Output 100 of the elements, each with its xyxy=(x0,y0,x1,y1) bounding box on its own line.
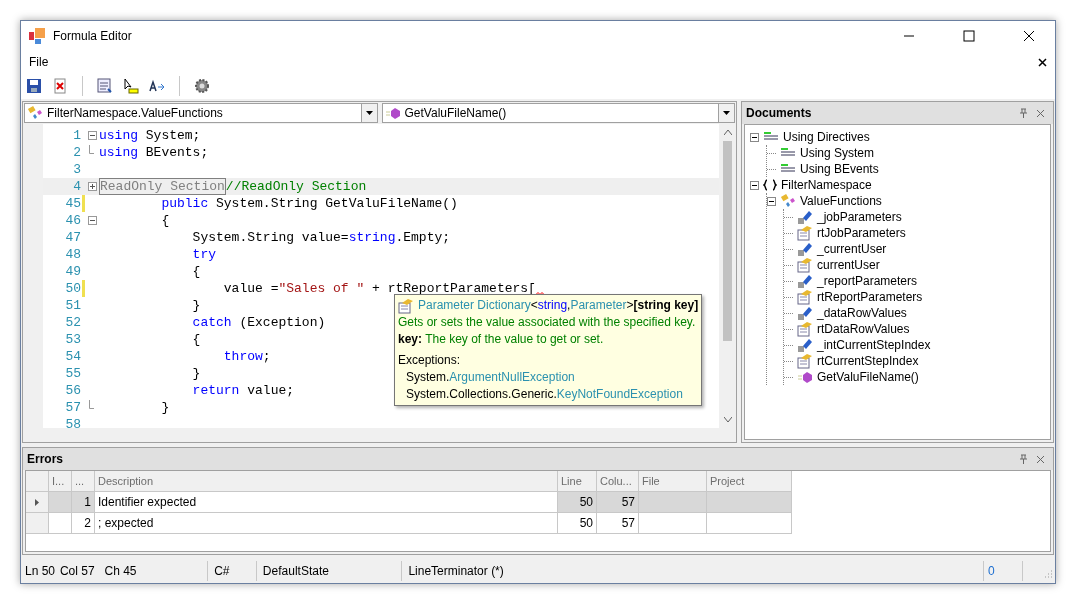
line-number: 58 xyxy=(64,415,81,428)
maximize-icon[interactable] xyxy=(963,30,975,42)
property-icon xyxy=(797,257,813,273)
line-number: 50 xyxy=(64,279,81,298)
tree-item[interactable]: ValueFunctions xyxy=(800,192,882,210)
line-number: 54 xyxy=(64,347,81,366)
code-line: System.String value=string.Empty; xyxy=(191,228,451,247)
code-line: value ="Sales of " + rtReportParameters[ xyxy=(222,279,536,298)
exception-text: System.Collections.Generic.KeyNotFoundException xyxy=(405,386,684,403)
using-icon xyxy=(780,148,796,158)
field-icon xyxy=(797,241,813,257)
tree-item[interactable]: Using BEvents xyxy=(800,160,879,178)
caret-icon xyxy=(365,111,373,115)
vertical-scrollbar[interactable] xyxy=(719,124,736,428)
horizontal-scrollbar[interactable] xyxy=(23,428,736,442)
collapse-icon[interactable] xyxy=(750,132,759,142)
code-line: return value; xyxy=(191,381,295,400)
table-cell: 57 xyxy=(621,495,635,509)
tree-item[interactable]: FilterNamespace xyxy=(781,176,872,194)
code-line: { xyxy=(191,330,201,349)
settings-icon[interactable] xyxy=(194,78,210,94)
table-cell: 2 xyxy=(84,516,91,530)
line-number: 57 xyxy=(64,398,81,417)
line-number: 46 xyxy=(64,211,81,230)
panel-title: Documents xyxy=(746,105,813,122)
exception-text: System.ArgumentNullException xyxy=(405,369,576,386)
code-line: throw; xyxy=(222,347,271,366)
parameter-text: key: The key of the value to get or set. xyxy=(398,331,605,348)
table-cell: 1 xyxy=(84,495,91,509)
status-text: 0 xyxy=(988,563,995,580)
line-number: 1 xyxy=(72,126,81,145)
collapse-icon[interactable] xyxy=(87,216,97,225)
dropdown[interactable]: FilterNamespace.ValueFunctions xyxy=(24,103,378,123)
tree-item[interactable]: _dataRowValues xyxy=(817,304,907,322)
close-icon[interactable] xyxy=(1023,30,1035,42)
tree-item[interactable]: GetValuFileName() xyxy=(817,368,919,386)
code-line: { xyxy=(191,262,201,281)
tree-item[interactable]: Using Directives xyxy=(783,128,870,146)
code-line: using BEvents; xyxy=(99,143,209,162)
status-text: Ch 45 xyxy=(104,563,137,580)
collapse-icon[interactable] xyxy=(750,180,759,190)
field-icon xyxy=(797,209,813,225)
tree-item[interactable]: _jobParameters xyxy=(817,208,902,226)
collapse-icon[interactable] xyxy=(767,196,776,206)
line-number: 51 xyxy=(64,296,81,315)
tree-item[interactable]: currentUser xyxy=(817,256,880,274)
code-line: } xyxy=(160,398,170,417)
document-list-icon[interactable] xyxy=(97,78,113,94)
line-number: 4 xyxy=(72,177,81,196)
close-icon[interactable] xyxy=(1038,57,1047,67)
tree-item[interactable]: _reportParameters xyxy=(817,272,918,290)
status-text: LineTerminator (*) xyxy=(408,563,504,580)
code-line: ReadOnly Section//ReadOnly Section xyxy=(99,176,367,197)
table-cell: 57 xyxy=(621,516,635,530)
tree-item[interactable]: rtReportParameters xyxy=(817,288,923,306)
scroll-down-icon[interactable] xyxy=(723,417,732,422)
text-format-icon[interactable] xyxy=(149,78,165,94)
tree-item[interactable]: rtJobParameters xyxy=(817,224,906,242)
using-icon xyxy=(780,164,796,174)
property-icon xyxy=(398,297,414,314)
pin-icon[interactable] xyxy=(1019,108,1028,118)
scroll-up-icon[interactable] xyxy=(723,130,732,135)
pin-icon[interactable] xyxy=(1019,454,1028,464)
line-number: 2 xyxy=(72,143,81,162)
tree-item[interactable]: Using System xyxy=(800,144,875,162)
field-icon xyxy=(797,337,813,353)
status-text: Ln 50 xyxy=(25,563,56,580)
code-line: try xyxy=(191,245,217,264)
app-logo-icon xyxy=(29,28,45,44)
field-icon xyxy=(797,273,813,289)
resize-grip-icon[interactable] xyxy=(1043,569,1053,579)
table-cell: 50 xyxy=(579,495,593,509)
cursor-icon[interactable] xyxy=(123,78,139,94)
tree-item[interactable]: rtDataRowValues xyxy=(817,320,910,338)
code-line: public System.String GetValuFileName() xyxy=(160,194,458,213)
code-line: catch (Exception) xyxy=(191,313,326,332)
method-icon xyxy=(384,106,401,120)
line-number: 55 xyxy=(64,364,81,383)
property-icon xyxy=(797,321,813,337)
save-icon[interactable] xyxy=(26,78,42,94)
delete-document-icon[interactable] xyxy=(52,78,68,94)
property-icon xyxy=(797,225,813,241)
line-number: 45 xyxy=(64,194,81,213)
code-line: } xyxy=(191,364,201,383)
line-number: 53 xyxy=(64,330,81,349)
property-icon xyxy=(797,353,813,369)
collapse-icon[interactable] xyxy=(87,131,97,140)
braces-icon xyxy=(763,179,777,191)
menu-item[interactable]: File xyxy=(29,53,49,71)
expand-icon[interactable] xyxy=(87,182,97,191)
tree-item[interactable]: rtCurrentStepIndex xyxy=(817,352,919,370)
window-title: Formula Editor xyxy=(53,28,132,45)
dropdown[interactable]: GetValuFileName() xyxy=(381,103,735,123)
tree-item[interactable]: _currentUser xyxy=(817,240,887,258)
line-number: 52 xyxy=(64,313,81,332)
code-line: using System; xyxy=(99,126,201,145)
line-number: 3 xyxy=(72,160,81,179)
line-number: 49 xyxy=(64,262,81,281)
tree-item[interactable]: _intCurrentStepIndex xyxy=(817,336,931,354)
summary-text: Gets or sets the value associated with the specified key. xyxy=(398,314,697,331)
